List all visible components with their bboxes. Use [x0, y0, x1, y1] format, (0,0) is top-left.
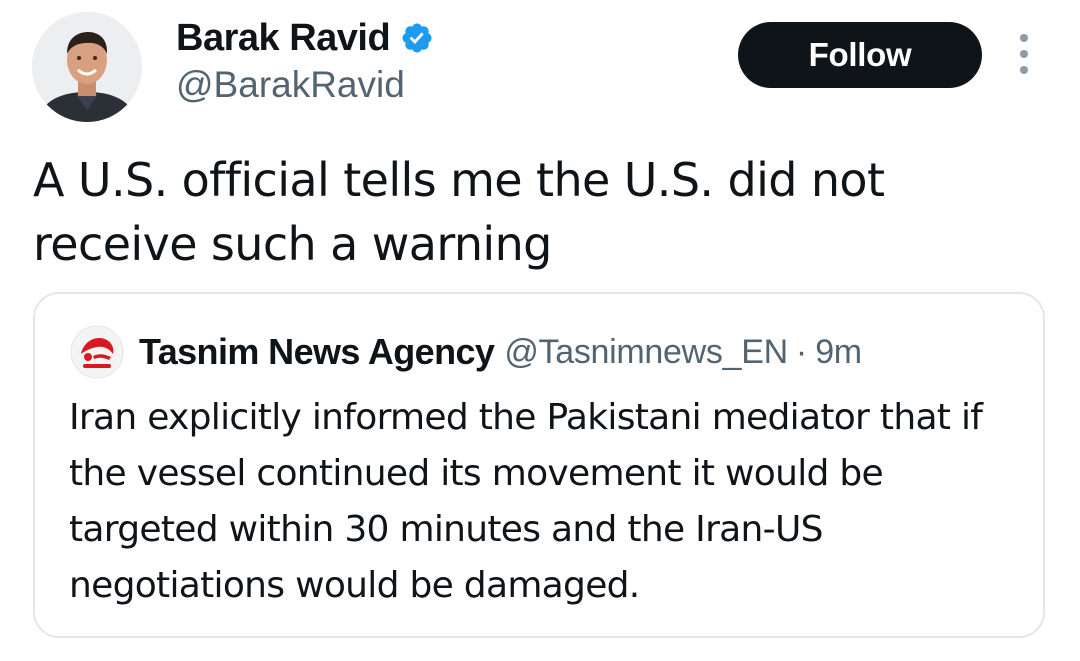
quoted-tweet-card[interactable]: Tasnim News Agency @Tasnimnews_EN · 9m I… — [33, 292, 1045, 638]
author-display-name[interactable]: Barak Ravid — [176, 17, 391, 60]
tasnim-logo-icon[interactable] — [69, 324, 125, 380]
dot — [1020, 34, 1028, 42]
profile-photo-icon — [32, 12, 142, 122]
tweet-text: A U.S. official tells me the U.S. did no… — [33, 153, 885, 271]
quoted-timestamp[interactable]: 9m — [815, 333, 862, 372]
dot — [1020, 66, 1028, 74]
dot — [1020, 50, 1028, 58]
separator-dot: · — [795, 332, 808, 371]
more-dots-icon[interactable] — [1012, 34, 1036, 74]
quoted-tweet-text: Iran explicitly informed the Pakistani m… — [69, 397, 983, 606]
follow-button[interactable]: Follow — [738, 22, 982, 88]
quoted-tweet-header: Tasnim News Agency @Tasnimnews_EN · 9m — [69, 324, 862, 380]
tweet-card: Barak Ravid @BarakRavid Follow A U.S. of… — [0, 0, 1080, 661]
quoted-handle[interactable]: @Tasnimnews_EN — [504, 333, 788, 372]
author-avatar[interactable] — [32, 12, 142, 122]
verified-badge-icon[interactable] — [400, 21, 434, 55]
author-handle[interactable]: @BarakRavid — [176, 64, 405, 106]
author-name-row[interactable]: Barak Ravid — [176, 12, 434, 64]
quoted-display-name[interactable]: Tasnim News Agency — [139, 331, 495, 373]
